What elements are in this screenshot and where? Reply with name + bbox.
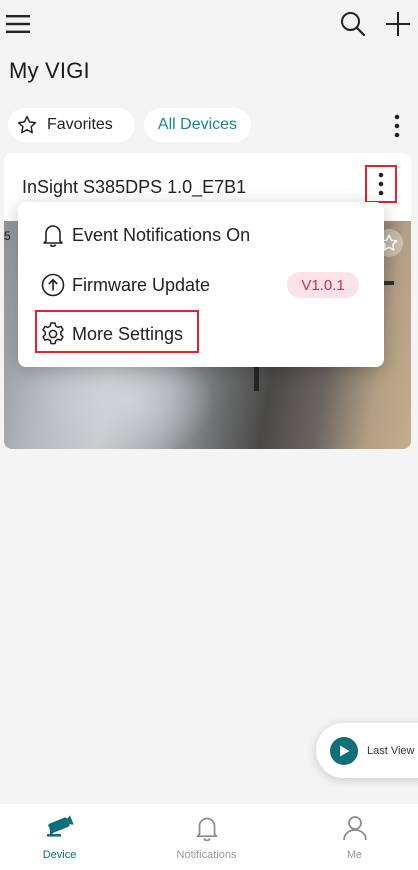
device-more-options-button[interactable] <box>365 165 397 203</box>
more-vertical-icon <box>378 172 384 196</box>
preview-tag: 5 <box>4 229 11 243</box>
page-title: My VIGI <box>9 58 90 83</box>
last-view-button[interactable]: Last View <box>316 723 418 778</box>
hamburger-menu-icon[interactable] <box>0 6 36 42</box>
camera-icon <box>45 813 75 843</box>
bell-icon <box>40 222 66 248</box>
menu-item-label: More Settings <box>72 323 184 344</box>
device-name: InSight S385DPS 1.0_E7B1 <box>22 177 247 197</box>
menu-item-label: Firmware Update <box>72 274 211 295</box>
tab-notifications[interactable]: Notifications <box>137 804 276 870</box>
tab-me[interactable]: Me <box>285 804 418 870</box>
favorites-label: Favorites <box>47 116 113 133</box>
star-outline-icon <box>17 115 37 134</box>
bottom-tab-bar: Device Notifications Me <box>0 804 418 870</box>
tab-device[interactable]: Device <box>0 804 129 870</box>
all-devices-label: All Devices <box>157 116 238 133</box>
upload-icon <box>40 272 66 298</box>
favorites-filter-button[interactable]: Favorites <box>8 108 135 142</box>
menu-item-label: Event Notifications On <box>72 224 251 245</box>
device-options-menu: Event Notifications On Firmware Update V… <box>18 202 384 367</box>
plus-icon[interactable] <box>378 4 418 44</box>
more-settings-menu-item[interactable]: More Settings <box>18 312 384 356</box>
firmware-version-badge: V1.0.1 <box>287 272 359 298</box>
play-icon <box>330 736 358 765</box>
search-icon[interactable] <box>335 6 371 42</box>
person-icon <box>340 813 370 843</box>
more-vertical-icon[interactable] <box>382 108 412 144</box>
tab-label: Device <box>42 849 77 861</box>
event-notifications-menu-item[interactable]: Event Notifications On <box>18 213 384 257</box>
bell-icon <box>192 813 222 843</box>
top-bar <box>0 0 418 50</box>
tab-label: Me <box>346 849 363 861</box>
gear-icon <box>40 321 66 347</box>
filter-row: Favorites All Devices <box>0 108 418 144</box>
all-devices-filter-button[interactable]: All Devices <box>144 108 251 142</box>
last-view-label: Last View <box>367 744 415 757</box>
tab-label: Notifications <box>176 849 237 861</box>
